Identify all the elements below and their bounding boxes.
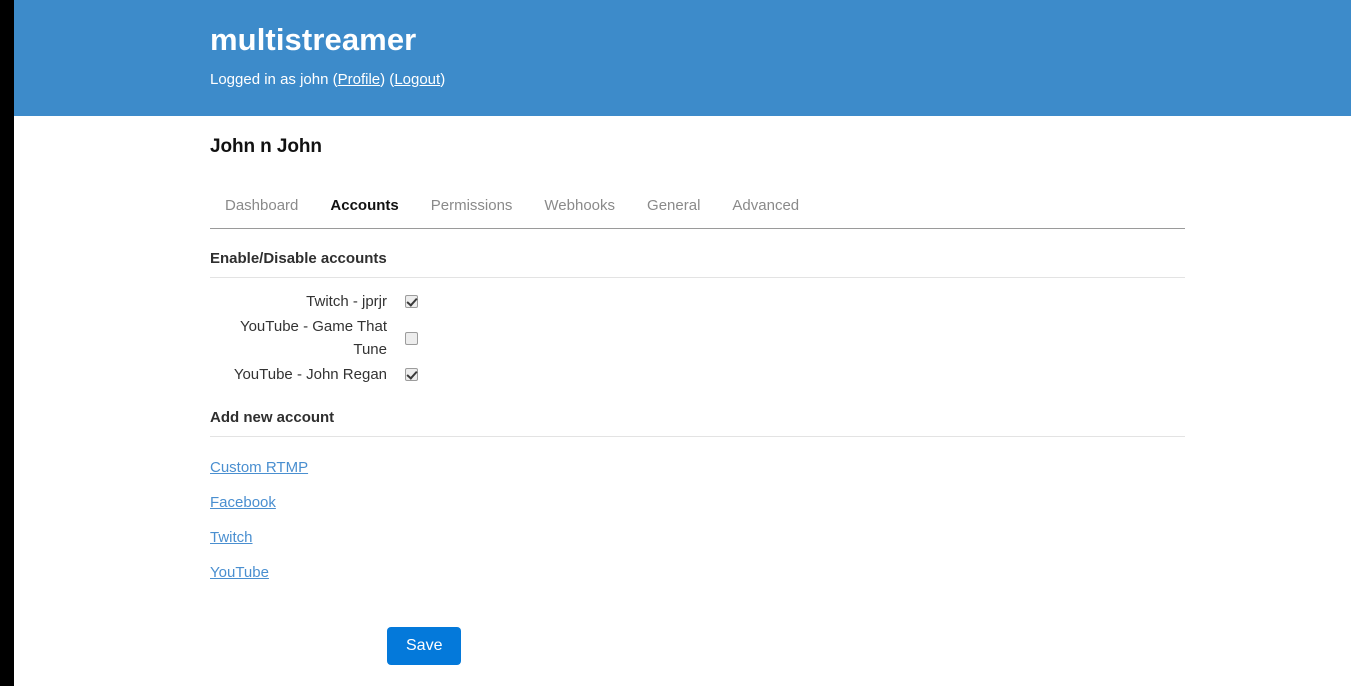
app-title: multistreamer — [210, 22, 417, 57]
add-account-link-custom-rtmp[interactable]: Custom RTMP — [210, 459, 308, 477]
profile-link[interactable]: Profile — [338, 71, 381, 88]
account-checkbox-cell — [387, 331, 418, 345]
account-label: YouTube - Game That Tune — [239, 318, 387, 358]
account-row: YouTube - John Regan — [210, 363, 1185, 386]
tab-general[interactable]: General — [631, 196, 716, 228]
tab-dashboard[interactable]: Dashboard — [210, 196, 314, 228]
tab-accounts[interactable]: Accounts — [314, 196, 414, 228]
account-row: YouTube - Game That Tune — [210, 315, 1185, 361]
save-button[interactable]: Save — [387, 627, 462, 665]
site-header: multistreamer Logged in as john (Profile… — [14, 0, 1351, 116]
settings-tabs: Dashboard Accounts Permissions Webhooks … — [210, 190, 1185, 229]
main-content: John n John Dashboard Accounts Permissio… — [14, 116, 1351, 665]
account-checkbox-twitch-jprjr[interactable] — [405, 295, 418, 308]
session-info: Logged in as john (Profile) (Logout) — [210, 70, 1351, 90]
tab-webhooks[interactable]: Webhooks — [528, 196, 631, 228]
account-label: Twitch - jprjr — [306, 293, 387, 310]
add-account-link-facebook[interactable]: Facebook — [210, 494, 276, 512]
tab-permissions[interactable]: Permissions — [415, 196, 529, 228]
tab-advanced[interactable]: Advanced — [716, 196, 815, 228]
logout-link[interactable]: Logout — [394, 71, 440, 88]
account-row: Twitch - jprjr — [210, 290, 1185, 313]
account-checkbox-cell — [387, 368, 418, 381]
accounts-list: Twitch - jprjr YouTube - Game That Tune … — [210, 278, 1185, 386]
add-account-links: Custom RTMP Facebook Twitch YouTube — [210, 437, 1185, 582]
session-middle-text: ) ( — [380, 71, 395, 88]
session-suffix-text: ) — [440, 71, 446, 88]
add-account-link-twitch[interactable]: Twitch — [210, 529, 253, 547]
session-prefix-text: Logged in as john ( — [210, 71, 338, 88]
enable-accounts-heading: Enable/Disable accounts — [210, 229, 1185, 278]
account-checkbox-cell — [387, 295, 418, 308]
left-gutter-strip — [0, 0, 14, 686]
add-account-link-youtube[interactable]: YouTube — [210, 564, 269, 582]
form-actions: Save — [210, 599, 1185, 665]
add-account-heading: Add new account — [210, 388, 1185, 437]
page-title: John n John — [210, 136, 322, 157]
account-checkbox-youtube-game-that-tune[interactable] — [405, 331, 418, 345]
page-body: multistreamer Logged in as john (Profile… — [14, 0, 1351, 686]
account-label: YouTube - John Regan — [233, 366, 387, 383]
account-checkbox-youtube-john-regan[interactable] — [405, 368, 418, 381]
